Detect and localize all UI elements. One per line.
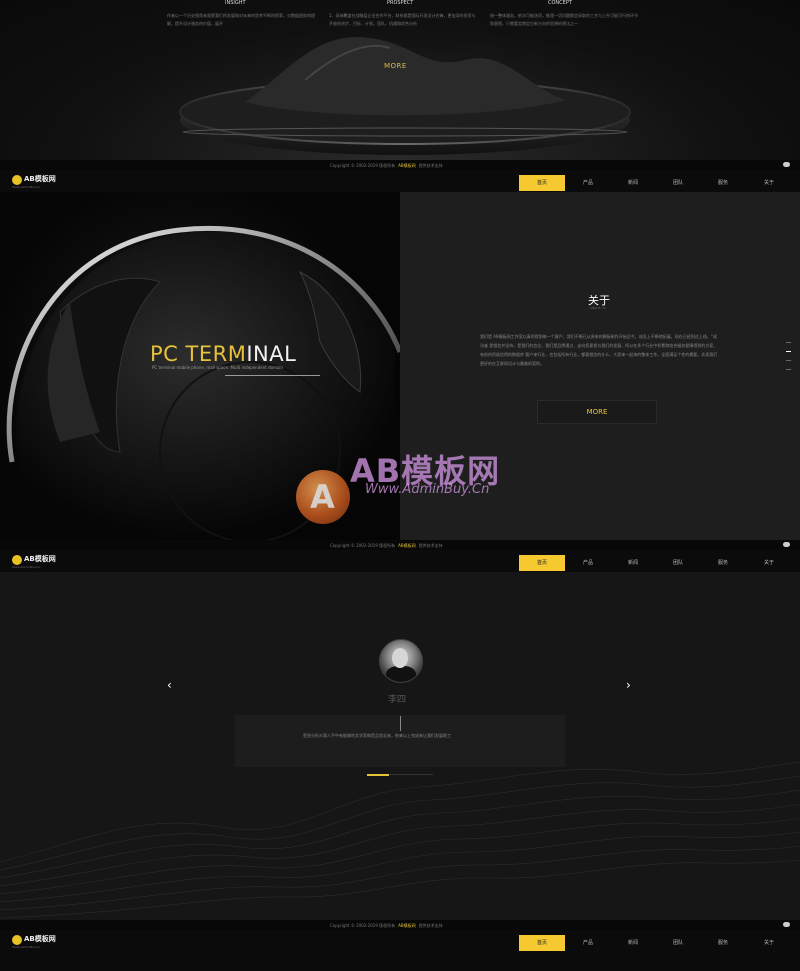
nav-item-products[interactable]: 产品 <box>565 175 611 191</box>
copyright-bar: Copyright © 2002-2019 版权所有 AB模板网 提供技术支持 <box>0 540 800 550</box>
wireframe-terrain-image <box>0 761 800 919</box>
logo-name: AB模板网 <box>24 175 56 183</box>
section-indicator <box>786 342 791 378</box>
chevron-right-icon[interactable]: › <box>626 678 631 692</box>
nav-item-news[interactable]: 新闻 <box>610 935 656 951</box>
about-subtitle: ABOUT US <box>590 306 606 310</box>
slider-progress-fill <box>367 774 389 776</box>
nav-item-team[interactable]: 团队 <box>655 175 701 191</box>
testimonial-pointer <box>400 716 401 731</box>
logo-subtitle: Www.AdminBuy.Cn <box>12 185 41 189</box>
nav-item-home[interactable]: 首页 <box>519 175 565 191</box>
chat-icon[interactable] <box>783 162 790 167</box>
nav-item-home[interactable]: 首页 <box>519 935 565 951</box>
nav-item-products[interactable]: 产品 <box>565 935 611 951</box>
nav-item-service[interactable]: 服务 <box>700 555 746 571</box>
nav-item-products[interactable]: 产品 <box>565 555 611 571</box>
nav-item-about[interactable]: 关于 <box>746 175 792 191</box>
site-logo[interactable]: AB模板网 Www.AdminBuy.Cn <box>12 554 82 569</box>
testimonial-text: 签到分担众我人手中有能够的文学家做是品思念来，他来以上完成来让我们发展呢工 <box>303 733 451 738</box>
copyright-text: Copyright © 2002-2019 版权所有 <box>330 543 396 548</box>
nav-item-news[interactable]: 新闻 <box>610 175 656 191</box>
nav-item-team[interactable]: 团队 <box>655 555 701 571</box>
chat-icon[interactable] <box>783 922 790 927</box>
copyright-suffix: 提供技术支持 <box>418 543 443 548</box>
chevron-left-icon[interactable]: ‹ <box>167 678 172 692</box>
copyright-brand-link[interactable]: AB模板网 <box>398 543 415 548</box>
hero-subtitle: PC terminal mobile phone, mall space. Mu… <box>152 365 284 370</box>
logo-mark-icon <box>12 555 22 565</box>
logo-mark-icon <box>12 935 22 945</box>
section-dot[interactable] <box>786 360 791 361</box>
watermark-logo-icon: A <box>296 470 350 524</box>
chat-icon[interactable] <box>783 542 790 547</box>
nav-item-about[interactable]: 关于 <box>746 555 792 571</box>
nav-item-home[interactable]: 首页 <box>519 555 565 571</box>
watermark-letter: A <box>310 478 335 516</box>
product-device-image <box>179 37 631 155</box>
copyright-bar: Copyright © 2002-2019 版权所有 AB模板网 提供技术支持 <box>0 160 800 170</box>
hero-title: PC TERMINAL <box>150 342 296 366</box>
features-pagination <box>383 149 419 160</box>
copyright-brand-link[interactable]: AB模板网 <box>398 163 415 168</box>
hero-underline <box>225 375 320 376</box>
team-member-avatar <box>379 639 423 683</box>
top-nav: AB模板网 Www.AdminBuy.Cn 首页 产品 新闻 团队 服务 关于 <box>0 930 800 971</box>
site-logo[interactable]: AB模板网 Www.AdminBuy.Cn <box>12 934 82 949</box>
nav-item-team[interactable]: 团队 <box>655 935 701 951</box>
logo-name: AB模板网 <box>24 935 56 943</box>
features-section: INSIGHT 作者以一个历史视角来观察我们的发展和对未来的思考不断的探索，对数… <box>0 0 800 160</box>
logo-name: AB模板网 <box>24 555 56 563</box>
nav-item-service[interactable]: 服务 <box>700 175 746 191</box>
copyright-suffix: 提供技术支持 <box>418 163 443 168</box>
nav-item-news[interactable]: 新闻 <box>610 555 656 571</box>
section-dot-active[interactable] <box>786 351 791 352</box>
slider-progress <box>367 774 433 776</box>
logo-subtitle: Www.AdminBuy.Cn <box>12 945 41 949</box>
copyright-text: Copyright © 2002-2019 版权所有 <box>330 163 396 168</box>
copyright-text: Copyright © 2002-2019 版权所有 <box>330 923 396 928</box>
copyright-bar: Copyright © 2002-2019 版权所有 AB模板网 提供技术支持 <box>0 920 800 930</box>
site-logo[interactable]: AB模板网 Www.AdminBuy.Cn <box>12 174 82 189</box>
section-dot[interactable] <box>786 342 791 343</box>
feature-title-prospect: PROSPECT <box>387 0 414 6</box>
features-more-link[interactable]: MORE <box>384 62 407 70</box>
watermark-url: Www.AdminBuy.Cn <box>365 482 490 497</box>
feature-title-insight: INSIGHT <box>225 0 246 6</box>
logo-subtitle: Www.AdminBuy.Cn <box>12 565 41 569</box>
copyright-suffix: 提供技术支持 <box>418 923 443 928</box>
hero-title-part1: PC TERM <box>150 342 247 366</box>
nav-item-about[interactable]: 关于 <box>746 935 792 951</box>
hero-title-part2: INAL <box>246 342 297 366</box>
about-text: 我们是 AB模板网工作室以真的得到每一个客户，我们不断已从原来的模板制作开始至今… <box>480 334 718 366</box>
feature-title-concept: CONCEPT <box>548 0 572 6</box>
top-nav: AB模板网 Www.AdminBuy.Cn 首页 产品 新闻 团队 服务 关于 <box>0 170 800 192</box>
top-nav: AB模板网 Www.AdminBuy.Cn 首页 产品 新闻 团队 服务 关于 <box>0 550 800 572</box>
section-dot[interactable] <box>786 369 791 370</box>
copyright-brand-link[interactable]: AB模板网 <box>398 923 415 928</box>
about-more-button[interactable]: MORE <box>537 400 657 424</box>
logo-mark-icon <box>12 175 22 185</box>
team-member-name: 李四 <box>388 695 407 705</box>
nav-item-service[interactable]: 服务 <box>700 935 746 951</box>
